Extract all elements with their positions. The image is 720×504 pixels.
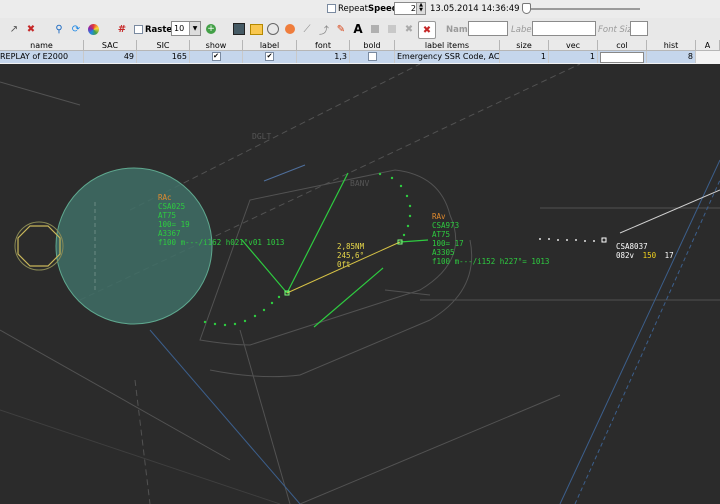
column-header[interactable]: col <box>598 40 647 51</box>
text-tool-icon[interactable]: A <box>350 21 366 37</box>
color-wheel-icon[interactable] <box>85 21 101 37</box>
label-input[interactable] <box>532 21 596 36</box>
cell-col[interactable] <box>598 51 647 63</box>
column-header[interactable]: SAC <box>84 40 137 51</box>
track-label-csa8037[interactable]: CSA8037 082v 150 17 <box>616 242 674 260</box>
track-label-line: 100= 17 <box>432 239 464 248</box>
replay-control-bar: Repeat Speed: 2 ▲ ▼ 13.05.2014 14:36:49 <box>0 0 720 19</box>
grid-icon[interactable]: # <box>114 21 130 37</box>
name-input[interactable] <box>468 21 508 36</box>
octagon-marker <box>17 225 61 267</box>
track-label-csa025[interactable]: RAc CSA025 AT75 100= 19 A3367 f100 m---/… <box>158 193 284 247</box>
track-label-line: A3305 <box>432 248 455 257</box>
track-label-line: AT75 <box>432 230 450 239</box>
close-disabled-icon[interactable]: ✖ <box>401 21 417 37</box>
save-icon[interactable] <box>231 21 247 37</box>
refresh-icon[interactable]: ⟳ <box>68 21 84 37</box>
cell-sic[interactable]: 165 <box>137 51 190 63</box>
pointer-tool-icon[interactable]: ↗ <box>6 21 22 37</box>
track-label-line: 100= 19 <box>158 220 190 229</box>
bold-checkbox[interactable] <box>367 52 377 61</box>
track-flight-level: 150 <box>643 251 657 260</box>
spinner-arrows-icon[interactable]: ▲ ▼ <box>416 3 425 14</box>
cell-label-items[interactable]: Emergency SSR Code, ACA... <box>395 51 500 63</box>
column-header-overflow[interactable]: A <box>696 40 720 51</box>
raster-checkbox[interactable] <box>134 25 143 34</box>
label-checkbox-checked[interactable]: ✔ <box>265 52 274 61</box>
column-header[interactable]: name <box>0 40 84 51</box>
column-header[interactable]: bold <box>350 40 395 51</box>
antenna-icon[interactable]: ⚲ <box>51 21 67 37</box>
column-header[interactable]: hist <box>647 40 696 51</box>
track-history-dots-white <box>539 238 595 242</box>
raster-value: 10 <box>174 24 185 33</box>
time-slider-track[interactable] <box>522 8 640 10</box>
cell-sac[interactable]: 49 <box>84 51 137 63</box>
column-header[interactable]: label <box>243 40 297 51</box>
column-header[interactable]: SIC <box>137 40 190 51</box>
open-folder-icon[interactable] <box>248 21 264 37</box>
label-label: Label <box>511 25 534 35</box>
measure-bearing: 245,6° <box>337 251 364 260</box>
track-label-line: f100 m---/i152 h227°= 1013 <box>432 257 549 266</box>
track-label-line: CSA025 <box>158 202 185 211</box>
cell-label[interactable]: ✔ <box>243 51 297 63</box>
waypoint-label: DGLT <box>252 132 271 141</box>
track-speed: 082v <box>616 251 635 260</box>
track-label-line: RAc <box>158 193 172 202</box>
paint-bucket-icon[interactable]: ✎ <box>333 21 349 37</box>
column-header[interactable]: show <box>190 40 243 51</box>
track-label-line: CSA8037 <box>616 242 648 251</box>
color-swatch[interactable] <box>600 52 644 63</box>
map-white-line <box>619 189 720 234</box>
add-plus-icon[interactable]: + <box>203 21 219 37</box>
track-label-line2: 082v 150 17 <box>616 251 674 260</box>
time-slider-thumb[interactable] <box>522 3 531 14</box>
column-header[interactable]: size <box>500 40 549 51</box>
track-label-csa973[interactable]: RAv CSA973 AT75 100= 17 A3305 f100 m---/… <box>432 212 549 266</box>
cell-font[interactable]: 1,3 <box>297 51 350 63</box>
radar-map[interactable]: DGLT BANV RAc CSA025 AT75 100= 19 A3367 … <box>0 64 720 504</box>
font-size-input[interactable] <box>630 21 648 36</box>
polyline-draw-icon[interactable]: ⤴ <box>316 21 332 37</box>
cell-name[interactable]: REPLAY of E2000 <box>0 51 84 63</box>
track-label-line: A3367 <box>158 229 181 238</box>
track-symbol[interactable] <box>601 237 607 243</box>
cell-hist[interactable]: 8 <box>647 51 696 63</box>
square-disabled-icon[interactable] <box>367 21 383 37</box>
track-label-line: f100 m---/i162 h021°v01 1013 <box>158 238 284 247</box>
measure-label: 2,85NM 245,6° 0ft <box>337 242 365 269</box>
cell-size[interactable]: 1 <box>500 51 549 63</box>
repeat-label: Repeat <box>338 4 368 14</box>
column-header[interactable]: label items <box>395 40 500 51</box>
square-outline-disabled-icon[interactable] <box>384 21 400 37</box>
map-short-line <box>263 164 306 182</box>
repeat-checkbox[interactable] <box>327 4 336 13</box>
cell-show[interactable]: ✔ <box>190 51 243 63</box>
show-checkbox-checked[interactable]: ✔ <box>211 52 221 61</box>
cell-bold[interactable] <box>350 51 395 63</box>
column-header[interactable]: font <box>297 40 350 51</box>
raster-select[interactable]: 10 ▼ <box>171 21 201 36</box>
line-draw-icon[interactable]: ⟋ <box>299 21 315 37</box>
delete-object-icon[interactable]: ✖ <box>418 21 436 39</box>
delete-icon[interactable]: ✖ <box>23 21 39 37</box>
column-header[interactable]: vec <box>549 40 598 51</box>
filled-circle-icon[interactable] <box>282 21 298 37</box>
chevron-down-icon[interactable]: ▼ <box>189 22 200 35</box>
replay-datetime: 13.05.2014 14:36:49 <box>430 4 520 14</box>
measure-altitude: 0ft <box>337 260 351 269</box>
circle-draw-icon[interactable] <box>265 21 281 37</box>
track-label-line: RAv <box>432 212 446 221</box>
track-label-line: AT75 <box>158 211 176 220</box>
measure-distance: 2,85NM <box>337 242 365 251</box>
track-rate: 17 <box>665 251 674 260</box>
cell-vec[interactable]: 1 <box>549 51 598 63</box>
waypoint-label: BANV <box>350 179 369 188</box>
speed-spinner[interactable]: 2 ▲ ▼ <box>394 2 426 15</box>
track-label-line: CSA973 <box>432 221 459 230</box>
